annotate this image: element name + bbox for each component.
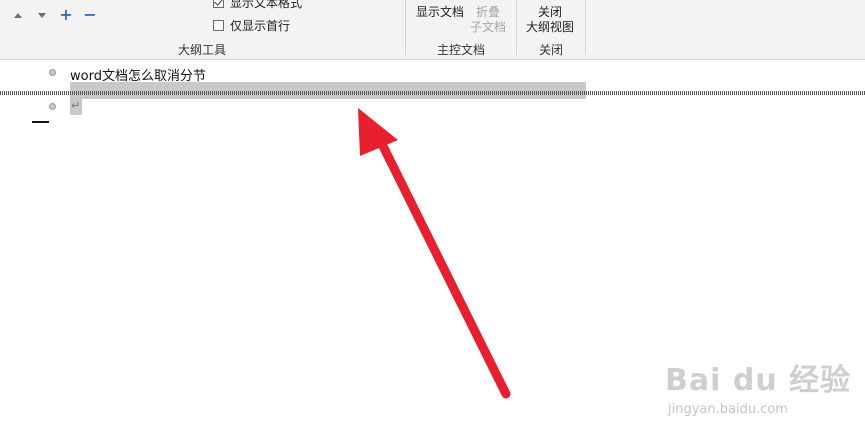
baidu-watermark-logo: Bai du 经验 xyxy=(665,363,852,398)
arrow-head xyxy=(358,108,398,156)
arrow-shaft xyxy=(375,135,511,399)
baidu-watermark-url: jingyan.baidu.com xyxy=(668,402,788,417)
